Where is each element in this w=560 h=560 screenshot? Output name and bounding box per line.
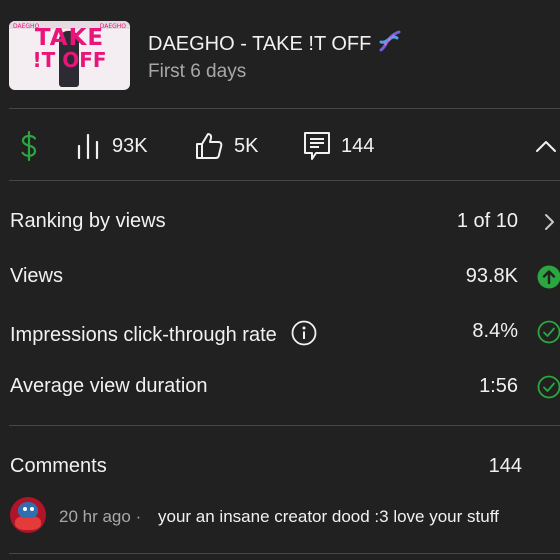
thumbnail-title-line1: TAKE	[34, 25, 105, 51]
divider	[9, 108, 560, 109]
video-period: First 6 days	[148, 61, 247, 82]
metric-value: 93.8K	[465, 265, 518, 287]
video-title: DAEGHO - TAKE !T OFF	[148, 28, 403, 60]
comments-label: Comments	[10, 455, 107, 477]
avatar-body	[15, 516, 41, 530]
comment-text: your an insane creator dood :3 love your…	[158, 507, 499, 526]
comments-stat[interactable]: 144	[303, 130, 374, 162]
comment-separator: ·	[135, 507, 142, 526]
collapse-button[interactable]	[534, 130, 558, 162]
comments-total: 144	[488, 455, 522, 477]
divider	[9, 180, 560, 181]
comment-meta: 20 hr ago ·	[59, 507, 141, 527]
comment-icon	[303, 131, 331, 161]
metric-label-text: Impressions click-through rate	[10, 324, 277, 346]
thumbnail-title-line2: !T OFF	[32, 48, 107, 72]
metric-value: 8.4%	[472, 320, 518, 342]
check-circle-icon	[537, 375, 560, 399]
chevron-right-icon	[537, 210, 560, 234]
divider	[9, 553, 560, 554]
divider	[9, 425, 560, 426]
video-header[interactable]: DAEGHO DAEGHO TAKE !T OFF DAEGHO - TAKE …	[0, 0, 560, 108]
metric-avg-duration[interactable]: Average view duration 1:56	[0, 367, 560, 407]
likes-count: 5K	[234, 134, 259, 157]
views-stat[interactable]: 93K	[76, 130, 148, 162]
metric-label: Views	[10, 265, 63, 287]
analytics-page: DAEGHO DAEGHO TAKE !T OFF DAEGHO - TAKE …	[0, 0, 560, 560]
dollar-icon	[18, 130, 40, 162]
arrow-up-badge-icon	[537, 265, 560, 289]
avatar[interactable]	[10, 497, 46, 533]
chevron-up-icon	[534, 138, 558, 154]
thumbs-up-icon	[194, 131, 224, 161]
metric-label: Average view duration	[10, 375, 208, 397]
video-thumbnail[interactable]: DAEGHO DAEGHO TAKE !T OFF	[9, 21, 130, 90]
comment-time: 20 hr ago	[59, 507, 131, 526]
video-title-text: DAEGHO - TAKE !T OFF	[148, 33, 372, 55]
avatar-eye	[30, 507, 34, 511]
bar-chart-icon	[76, 132, 102, 160]
metric-ranking[interactable]: Ranking by views 1 of 10	[0, 202, 560, 242]
likes-stat[interactable]: 5K	[194, 130, 258, 162]
stats-row[interactable]: 93K 5K 144	[0, 110, 560, 182]
comments-header[interactable]: Comments 144	[0, 446, 560, 486]
metric-value: 1 of 10	[456, 210, 518, 232]
avatar-face	[18, 502, 38, 518]
check-circle-icon	[537, 320, 560, 344]
top-comment[interactable]: 20 hr ago · your an insane creator dood …	[0, 496, 560, 536]
metric-label: Ranking by views	[10, 210, 166, 232]
metric-value: 1:56	[479, 375, 518, 397]
dna-icon	[377, 28, 403, 60]
metric-ctr[interactable]: Impressions click-through rate 8.4%	[0, 312, 560, 352]
avatar-eye	[23, 507, 27, 511]
metric-views[interactable]: Views 93.8K	[0, 257, 560, 297]
metric-label: Impressions click-through rate	[10, 320, 317, 352]
views-count: 93K	[112, 134, 148, 157]
info-icon[interactable]	[291, 320, 317, 352]
comments-count: 144	[341, 134, 375, 157]
revenue-stat[interactable]	[18, 130, 40, 162]
